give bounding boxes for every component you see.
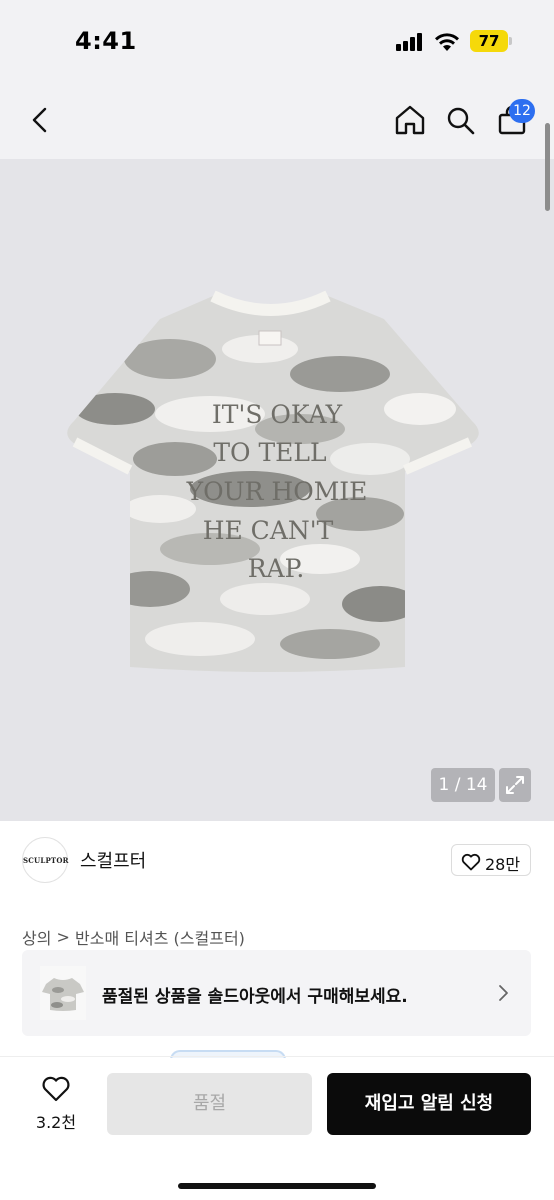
- wishlist-count: 3.2천: [35, 1113, 77, 1132]
- search-icon[interactable]: [446, 106, 476, 136]
- product-image-gallery[interactable]: IT'S OKAY TO TELL YOUR HOMIE HE CAN'T RA…: [0, 159, 554, 821]
- home-indicator: [178, 1183, 376, 1189]
- status-time: 4:41: [75, 27, 137, 55]
- soldout-banner-text: 품절된 상품을 솔드아웃에서 구매해보세요.: [102, 987, 408, 1007]
- cart-count-badge: 12: [509, 99, 535, 123]
- shirt-text-line: RAP.: [248, 554, 305, 583]
- chevron-right-icon: [499, 985, 508, 1001]
- shirt-text-line: TO TELL: [213, 438, 326, 467]
- heart-outline-icon: [42, 1076, 70, 1102]
- brand-logo[interactable]: SCULPTOR: [22, 837, 68, 883]
- home-icon[interactable]: [394, 104, 426, 136]
- brand-like-count: 28만: [485, 855, 521, 874]
- soldout-button: 품절: [107, 1073, 312, 1135]
- breadcrumb-separator: >: [56, 927, 70, 947]
- battery-tip: [509, 37, 512, 45]
- breadcrumb-category[interactable]: 상의: [22, 929, 51, 948]
- heart-outline-icon: [461, 853, 481, 871]
- brand-like-button[interactable]: 28만: [451, 844, 531, 876]
- battery-icon: 77: [470, 30, 508, 52]
- image-counter: 1 / 14: [431, 768, 495, 802]
- breadcrumb: 상의 > 반소매 티셔츠 (스컬프터): [22, 925, 245, 949]
- scrollbar[interactable]: [545, 123, 550, 211]
- product-image: IT'S OKAY TO TELL YOUR HOMIE HE CAN'T RA…: [67, 290, 479, 672]
- breadcrumb-subcategory[interactable]: 반소매 티셔츠 (스컬프터): [75, 929, 245, 948]
- divider: [0, 1056, 554, 1057]
- shirt-text-line: YOUR HOMIE: [186, 477, 368, 506]
- banner-thumbnail: [40, 966, 86, 1020]
- soldout-banner[interactable]: 품절된 상품을 솔드아웃에서 구매해보세요.: [22, 950, 531, 1036]
- wifi-icon: [435, 33, 459, 51]
- shirt-text-line: HE CAN'T: [203, 516, 334, 545]
- restock-alert-button[interactable]: 재입고 알림 신청: [327, 1073, 531, 1135]
- brand-logo-text: SCULPTOR: [23, 856, 69, 865]
- signal-icon: [396, 33, 422, 51]
- chevron-left-icon[interactable]: [28, 106, 52, 134]
- battery-level: 77: [478, 32, 500, 50]
- expand-icon: [506, 776, 524, 794]
- shirt-text-line: IT'S OKAY: [212, 400, 343, 429]
- expand-button[interactable]: [499, 768, 531, 802]
- status-bar: 4:41 77: [0, 0, 554, 84]
- wishlist-button[interactable]: 3.2천: [24, 1075, 88, 1135]
- brand-name[interactable]: 스컬프터: [80, 847, 146, 873]
